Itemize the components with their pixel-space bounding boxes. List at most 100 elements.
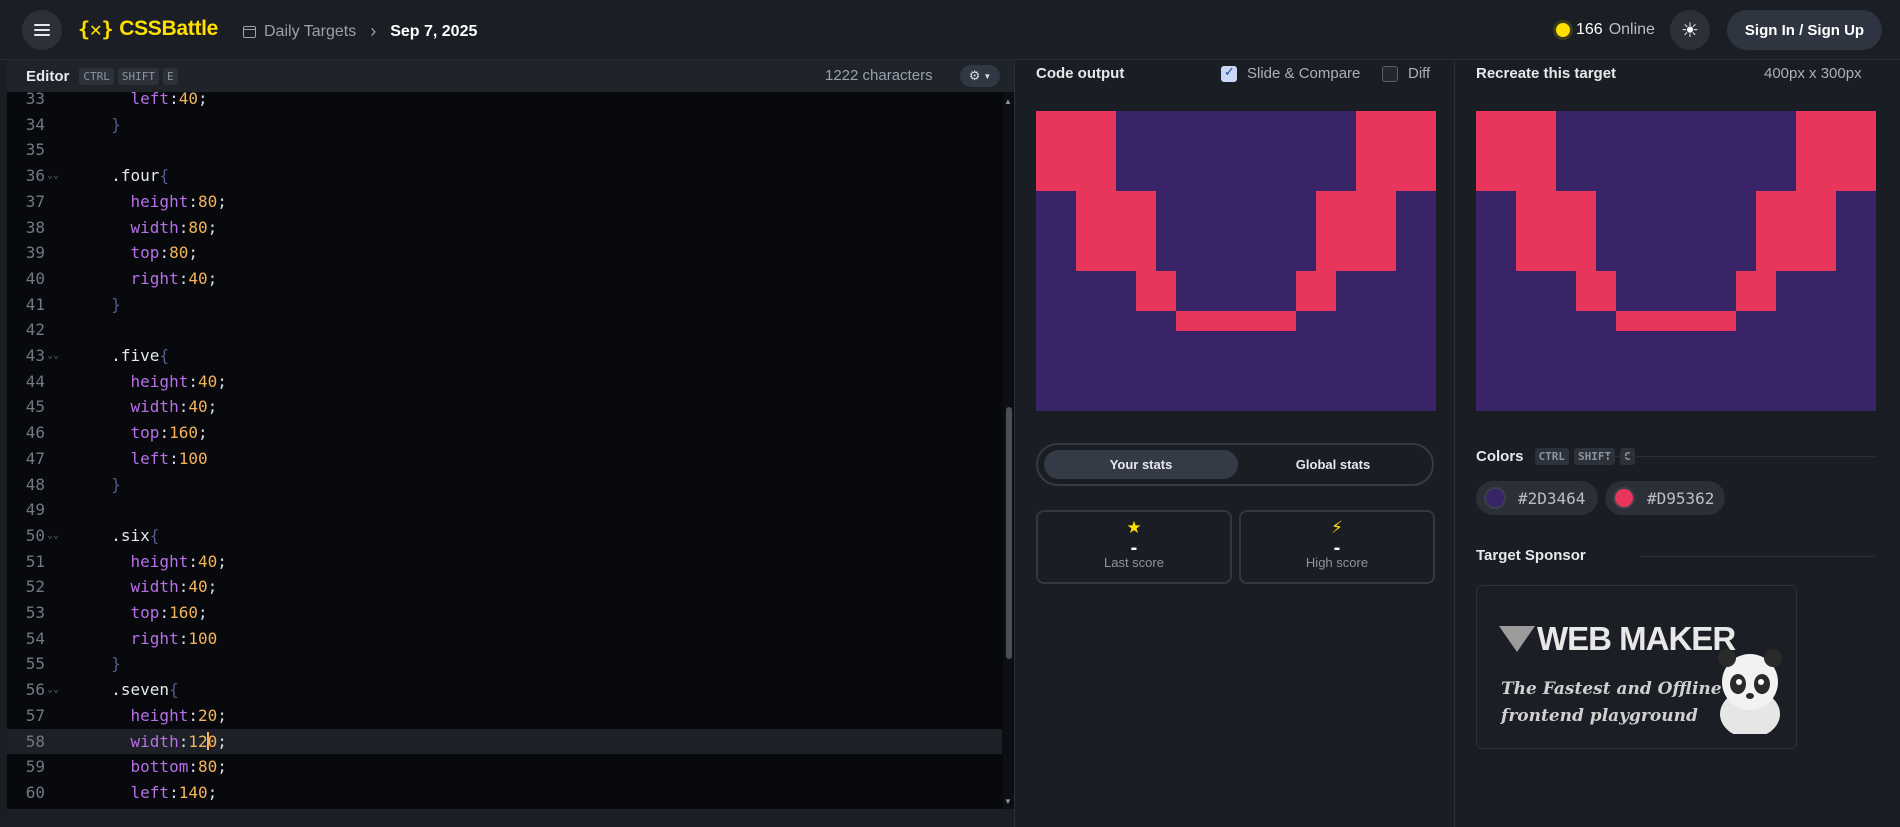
stats-tabs: Your stats Global stats — [1036, 443, 1434, 486]
breadcrumb-daily-targets[interactable]: Daily Targets — [264, 23, 356, 41]
code-token: height — [130, 371, 189, 391]
code-line[interactable]: 58 width:120; — [7, 728, 1002, 755]
line-number: 59 — [25, 757, 45, 777]
code-token: : — [178, 217, 189, 237]
scroll-down-icon[interactable]: ▼ — [1004, 797, 1012, 806]
code-line[interactable]: 56 ⌄⌄ .seven{ — [7, 677, 1002, 703]
fold-toggle-icon[interactable]: ⌄⌄ — [47, 523, 59, 549]
calendar-icon — [243, 25, 256, 38]
theme-toggle-button[interactable]: ☀ — [1670, 10, 1710, 50]
sponsor-card[interactable]: WEB MAKER The Fastest and Offline fronte… — [1476, 585, 1797, 749]
fold-toggle-icon[interactable]: ⌄⌄ — [47, 163, 59, 189]
editor-vertical-scrollbar[interactable]: ▲ ▼ — [1003, 92, 1014, 809]
code-line[interactable]: 44 height:40; — [7, 369, 1002, 395]
column-divider[interactable] — [1454, 60, 1455, 827]
code-line[interactable]: 53 top:160; — [7, 600, 1002, 626]
code-token: ; — [188, 243, 198, 263]
code-text: right:100 — [92, 626, 218, 652]
color-swatch[interactable]: #D95362 — [1605, 481, 1725, 515]
code-line[interactable]: 36 ⌄⌄ .four{ — [7, 163, 1002, 189]
code-output-preview[interactable] — [1036, 111, 1436, 411]
code-text: width:120; — [92, 729, 227, 755]
code-token: ; — [207, 782, 218, 802]
colors-title: Colors — [1476, 447, 1524, 465]
code-line[interactable]: 48 } — [7, 472, 1002, 498]
diff-checkbox[interactable] — [1382, 65, 1398, 82]
scroll-up-icon[interactable]: ▲ — [1004, 97, 1012, 106]
editor-settings-button[interactable]: ⚙ ▼ — [960, 65, 1000, 87]
fold-toggle-icon[interactable]: ⌄⌄ — [47, 343, 59, 369]
code-text: .five{ — [92, 343, 169, 369]
code-token: : — [178, 268, 189, 288]
code-line[interactable]: 60 left:140; — [7, 780, 1002, 806]
line-number: 54 — [25, 628, 45, 648]
tab-your-stats[interactable]: Your stats — [1044, 450, 1238, 479]
divider — [1640, 556, 1875, 557]
code-line[interactable]: 49 — [7, 497, 1002, 523]
code-line[interactable]: 41 } — [7, 292, 1002, 318]
menu-button[interactable] — [22, 10, 62, 50]
code-text: left:40; — [92, 92, 208, 112]
star-icon: ★ — [1126, 518, 1142, 537]
code-token: right — [130, 268, 179, 288]
editor-horizontal-scrollbar[interactable] — [7, 809, 1014, 827]
sign-in-button[interactable]: Sign In / Sign Up — [1727, 10, 1882, 50]
line-number: 41 — [25, 294, 45, 314]
code-line[interactable]: 52 width:40; — [7, 574, 1002, 600]
editor-title: Editor — [26, 67, 70, 85]
code-token: 0 — [207, 731, 218, 751]
code-line[interactable]: 55 } — [7, 651, 1002, 677]
diff-toggle[interactable]: Diff — [1382, 65, 1430, 82]
sponsor-tagline: The Fastest and Offline frontend playgro… — [1501, 676, 1722, 730]
code-token: .four — [111, 166, 160, 186]
code-line[interactable]: 40 right:40; — [7, 266, 1002, 292]
code-token: : — [159, 603, 170, 622]
code-editor[interactable]: 33 left:40; 34 } 35 36 ⌄⌄ .four{37 height:80… — [7, 92, 1014, 809]
color-swatch[interactable]: #2D3464 — [1476, 481, 1598, 515]
code-text: height:40; — [92, 369, 227, 395]
code-line[interactable]: 35 — [7, 137, 1002, 163]
code-line[interactable]: 50 ⌄⌄ .six{ — [7, 523, 1002, 549]
line-number: 45 — [25, 397, 45, 417]
code-line[interactable]: 38 width:80; — [7, 215, 1002, 241]
code-line[interactable]: 42 — [7, 317, 1002, 343]
code-token: : — [159, 243, 170, 263]
gear-icon: ⚙ — [968, 68, 981, 83]
code-token: 40 — [178, 92, 198, 108]
code-line[interactable]: 59 bottom:80; — [7, 754, 1002, 780]
target-preview[interactable] — [1476, 111, 1876, 411]
code-line[interactable]: 51 height:40; — [7, 549, 1002, 575]
code-token: ; — [207, 577, 218, 597]
line-number: 39 — [25, 243, 45, 263]
code-line[interactable]: 46 top:160; — [7, 420, 1002, 446]
line-number: 34 — [25, 114, 45, 134]
code-line[interactable]: 54 right:100 — [7, 626, 1002, 652]
code-token: 160 — [169, 423, 198, 443]
code-token: ; — [197, 603, 208, 622]
code-line[interactable]: 33 left:40; — [7, 92, 1002, 112]
code-line[interactable]: 43 ⌄⌄ .five{ — [7, 343, 1002, 369]
code-line[interactable]: 57 height:20; — [7, 703, 1002, 729]
slide-compare-checkbox[interactable] — [1221, 64, 1237, 82]
code-token: 40 — [188, 397, 208, 417]
code-token: 12 — [188, 731, 208, 751]
code-token: ; — [207, 217, 218, 237]
code-token: : — [178, 731, 189, 751]
fold-toggle-icon[interactable]: ⌄⌄ — [47, 677, 59, 703]
code-token: : — [178, 628, 189, 648]
code-token: ; — [207, 397, 218, 417]
color-hex: #D95362 — [1647, 488, 1715, 508]
code-text: top:160; — [92, 420, 208, 446]
online-count: 166 — [1576, 21, 1603, 38]
tab-global-stats[interactable]: Global stats — [1236, 450, 1430, 479]
code-line[interactable]: 45 width:40; — [7, 394, 1002, 420]
code-line[interactable]: 47 left:100 — [7, 446, 1002, 472]
code-text: right:40; — [92, 266, 218, 292]
brand-logo[interactable]: {✕} CSSBattle — [78, 17, 218, 41]
column-divider[interactable] — [1014, 60, 1015, 827]
slide-compare-toggle[interactable]: Slide & Compare — [1221, 64, 1360, 82]
code-line[interactable]: 34 } — [7, 112, 1002, 138]
scrollbar-thumb[interactable] — [1006, 407, 1012, 659]
code-line[interactable]: 39 top:80; — [7, 240, 1002, 266]
code-line[interactable]: 37 height:80; — [7, 189, 1002, 215]
